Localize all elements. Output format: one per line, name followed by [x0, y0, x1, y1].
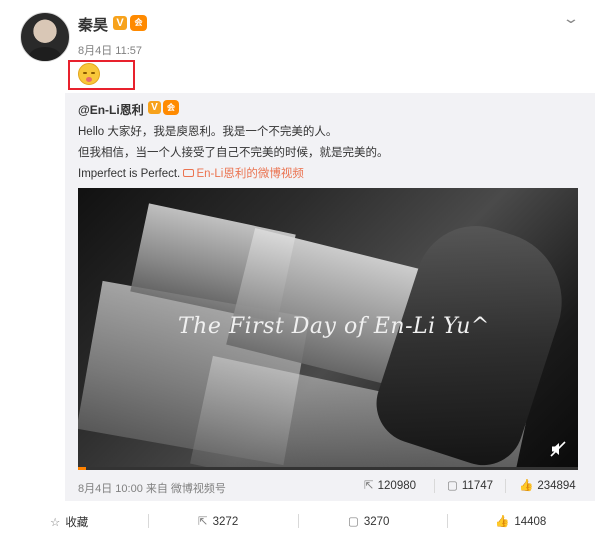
verified-badge-icon: V: [148, 101, 161, 114]
repost-share-count: 120980: [377, 480, 417, 492]
member-badge-icon: 会: [163, 100, 179, 115]
repost-like-count: 234894: [537, 480, 576, 492]
repost-author[interactable]: @En-Li恩利: [78, 101, 144, 118]
post-time[interactable]: 8月4日 11:57: [78, 42, 142, 58]
share-button[interactable]: ⇱ 3272: [198, 514, 238, 528]
like-button[interactable]: 👍 14408: [495, 514, 546, 528]
video-progress-fill: [78, 467, 86, 470]
repost-comment-button[interactable]: ▢ 11747: [447, 478, 493, 492]
repost-like-button[interactable]: 👍 234894: [519, 478, 576, 492]
repost-share-button[interactable]: ⇱ 120980: [364, 478, 416, 492]
repost-text: Imperfect is Perfect.: [78, 168, 181, 180]
comment-count: 3270: [363, 516, 390, 528]
star-icon: ☆: [50, 517, 61, 529]
video-title: The First Day of En-Li Yu^: [178, 314, 490, 339]
repost-meta: 8月4日 10:00 来自 微博视频号: [78, 483, 226, 495]
member-badge-icon: 会: [130, 15, 147, 31]
repost-text-line: Imperfect is Perfect. En-Li恩利的微博视频: [78, 165, 304, 181]
favorite-label: 收藏: [65, 517, 89, 529]
verified-badge-icon: V: [113, 16, 127, 30]
video-icon: [183, 169, 195, 177]
repost-text-line: 但我相信，当一个人接受了自己不完美的时候，就是完美的。: [78, 147, 389, 159]
share-icon: ⇱: [198, 516, 208, 528]
avatar[interactable]: [20, 12, 70, 62]
share-count: 3272: [212, 516, 239, 528]
share-icon: ⇱: [364, 480, 374, 492]
repost-text-line: Hello 大家好，我是庾恩利。我是一个不完美的人。: [78, 126, 338, 138]
comment-button[interactable]: ▢ 3270: [348, 514, 389, 528]
comment-icon: ▢: [348, 516, 359, 528]
like-count: 14408: [514, 516, 547, 528]
post-author[interactable]: 秦昊: [78, 14, 108, 35]
repost-comment-count: 11747: [461, 480, 494, 492]
video-player[interactable]: The First Day of En-Li Yu^: [78, 188, 578, 470]
video-link-label: En-Li恩利的微博视频: [196, 168, 304, 180]
favorite-button[interactable]: ☆ 收藏: [50, 514, 88, 530]
chevron-down-icon[interactable]: ⌄: [562, 10, 580, 27]
video-progress-bar[interactable]: [78, 467, 578, 470]
comment-icon: ▢: [447, 480, 458, 492]
mute-icon[interactable]: [550, 441, 566, 457]
like-icon: 👍: [495, 516, 510, 528]
video-link[interactable]: En-Li恩利的微博视频: [183, 168, 304, 180]
highlight-box: [68, 60, 135, 90]
like-icon: 👍: [519, 480, 534, 492]
